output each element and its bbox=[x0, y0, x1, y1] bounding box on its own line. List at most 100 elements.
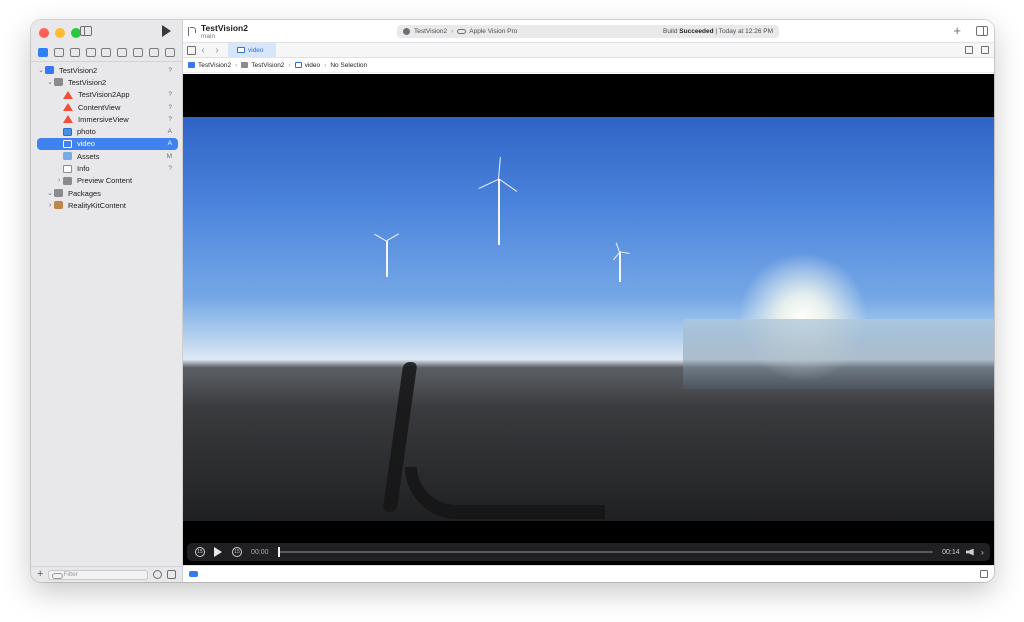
build-status: Build Succeeded | Today at 12:26 PM bbox=[663, 28, 773, 35]
tree-item[interactable]: › RealityKitContent bbox=[37, 199, 178, 211]
run-destination[interactable]: Apple Vision Pro bbox=[469, 28, 517, 35]
tree-item-label: TestVision2 bbox=[59, 65, 98, 75]
play-button[interactable] bbox=[214, 547, 222, 557]
related-items-grid-icon[interactable] bbox=[187, 45, 196, 55]
skip-back-15-icon[interactable]: 15 bbox=[195, 547, 205, 557]
breakpoint-navigator-tab-icon[interactable] bbox=[149, 47, 160, 57]
source-control-status-badge: ? bbox=[168, 91, 172, 99]
build-status-result: Succeeded bbox=[679, 28, 714, 35]
tree-item-label: photo bbox=[77, 127, 96, 137]
hide-debug-area-icon[interactable] bbox=[980, 570, 988, 578]
turbine-tower bbox=[619, 252, 621, 282]
tree-item[interactable]: video A bbox=[37, 137, 178, 151]
debug-navigator-tab-icon[interactable] bbox=[133, 47, 144, 57]
tree-item[interactable]: ⌄ Packages bbox=[37, 187, 178, 199]
volume-icon[interactable] bbox=[965, 548, 974, 556]
playback-scrubber-handle[interactable] bbox=[277, 547, 280, 557]
tree-item[interactable]: Assets M bbox=[37, 150, 178, 162]
jumpbar-item[interactable]: No Selection bbox=[330, 62, 367, 69]
package-icon bbox=[54, 201, 63, 210]
image-file-icon bbox=[63, 127, 72, 136]
scheme-separator-icon: › bbox=[451, 28, 454, 35]
playback-scrubber-track[interactable] bbox=[277, 547, 934, 557]
tree-item-label: Preview Content bbox=[77, 176, 133, 186]
run-button[interactable] bbox=[162, 25, 171, 37]
tree-item[interactable]: ImmersiveView? bbox=[37, 113, 178, 125]
tree-item-label: Info bbox=[77, 164, 90, 174]
xcode-window: ⌄ TestVision2? ⌄ TestVision2 TestVision2App?… bbox=[31, 20, 994, 582]
jump-bar: TestVision2 › TestVision2 › video › No S… bbox=[183, 58, 994, 73]
minimize-window-button[interactable] bbox=[55, 28, 65, 38]
playback-controls: 15 15 00:00 00:14 ›› bbox=[187, 543, 990, 561]
jumpbar-item[interactable]: TestVision2 bbox=[198, 62, 231, 69]
add-file-button[interactable]: + bbox=[37, 569, 43, 580]
app-icon bbox=[188, 62, 195, 68]
photographer-shadow-curve bbox=[405, 467, 605, 519]
folder-icon bbox=[54, 189, 63, 198]
swift-file-icon bbox=[63, 103, 73, 112]
sidebar-toggle-icon[interactable] bbox=[80, 26, 92, 36]
back-arrow-icon[interactable]: ‹ bbox=[196, 45, 210, 56]
source-control-status-badge: ? bbox=[168, 115, 172, 123]
inspector-toggle-icon[interactable] bbox=[976, 26, 988, 36]
turbine-blade bbox=[374, 233, 388, 242]
close-window-button[interactable] bbox=[39, 28, 49, 38]
vision-pro-icon bbox=[457, 29, 467, 34]
disclosure-collapsed-icon[interactable]: › bbox=[46, 202, 54, 209]
refresh-icon[interactable] bbox=[965, 46, 973, 54]
library-plus-icon[interactable]: + bbox=[953, 23, 961, 38]
debug-area-toggle-icon[interactable] bbox=[189, 571, 198, 577]
forward-arrow-icon[interactable]: › bbox=[210, 45, 224, 56]
tree-item-label: RealityKitContent bbox=[68, 200, 126, 210]
find-navigator-tab-icon[interactable] bbox=[85, 47, 96, 57]
folder-icon bbox=[63, 176, 72, 185]
source-control-status-badge: M bbox=[166, 152, 172, 160]
tab-video[interactable]: video bbox=[228, 42, 276, 58]
activity-scheme-bar[interactable]: TestVision2 › Apple Vision Pro Build Suc… bbox=[397, 25, 779, 38]
bookmark-navigator-tab-icon[interactable] bbox=[69, 47, 80, 57]
tree-item[interactable]: photo A bbox=[37, 125, 178, 137]
turbine-blade bbox=[386, 233, 400, 242]
source-control-status-badge: ? bbox=[168, 165, 172, 173]
window-controls bbox=[39, 28, 81, 38]
disclosure-expanded-icon[interactable]: ⌄ bbox=[37, 66, 45, 74]
build-status-time: | Today at 12:26 PM bbox=[715, 28, 773, 35]
jumpbar-item[interactable]: video bbox=[305, 62, 321, 69]
disclosure-collapsed-icon[interactable]: › bbox=[55, 177, 63, 184]
tree-item[interactable]: › Preview Content bbox=[37, 175, 178, 187]
turbine-blade bbox=[498, 178, 518, 193]
video-file-icon bbox=[294, 62, 302, 68]
tree-item[interactable]: Info? bbox=[37, 162, 178, 174]
tree-item[interactable]: ⌄ TestVision2? bbox=[37, 64, 178, 76]
tree-item[interactable]: ⌄ TestVision2 bbox=[37, 76, 178, 88]
tree-item-label: video bbox=[77, 139, 95, 149]
project-navigator-tab-icon[interactable] bbox=[37, 47, 48, 57]
source-control-filter-icon[interactable] bbox=[167, 570, 176, 579]
video-file-icon bbox=[237, 47, 245, 53]
navigator-filter-input[interactable]: Filter bbox=[48, 569, 148, 580]
split-editor-icon[interactable] bbox=[981, 46, 989, 54]
window-toolbar: TestVision2 main TestVision2 › Apple Vis… bbox=[183, 20, 994, 42]
skip-forward-15-icon[interactable]: 15 bbox=[232, 547, 242, 557]
chevron-right-icon: › bbox=[235, 61, 238, 69]
disclosure-expanded-icon[interactable]: ⌄ bbox=[46, 78, 54, 86]
tree-item-label: ContentView bbox=[78, 102, 121, 112]
project-tree: ⌄ TestVision2? ⌄ TestVision2 TestVision2App?… bbox=[37, 64, 178, 212]
disclosure-expanded-icon[interactable]: ⌄ bbox=[46, 189, 54, 197]
tree-item[interactable]: TestVision2App? bbox=[37, 89, 178, 101]
scheme-name[interactable]: TestVision2 bbox=[414, 28, 447, 35]
tree-item[interactable]: ContentView? bbox=[37, 101, 178, 113]
video-frame bbox=[183, 117, 994, 521]
jumpbar-item[interactable]: TestVision2 bbox=[251, 62, 284, 69]
source-control-navigator-tab-icon[interactable] bbox=[53, 47, 64, 57]
issue-navigator-tab-icon[interactable] bbox=[101, 47, 112, 57]
report-navigator-tab-icon[interactable] bbox=[164, 47, 175, 57]
recent-files-filter-icon[interactable] bbox=[153, 570, 162, 579]
project-title: TestVision2 bbox=[201, 23, 248, 33]
more-options-icon[interactable]: ›› bbox=[981, 548, 985, 557]
test-navigator-tab-icon[interactable] bbox=[117, 47, 128, 57]
tree-item-label: ImmersiveView bbox=[78, 114, 129, 124]
turbine-blade bbox=[478, 178, 499, 189]
video-player[interactable]: 15 15 00:00 00:14 ›› bbox=[183, 74, 994, 565]
source-control-status-badge: A bbox=[167, 128, 172, 136]
